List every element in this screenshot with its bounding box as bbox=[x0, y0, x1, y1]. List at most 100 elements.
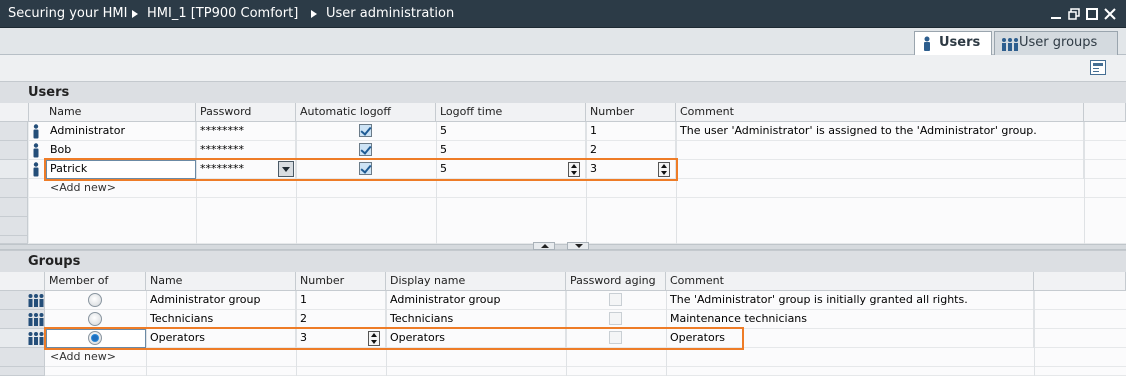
maximize-icon[interactable] bbox=[1086, 8, 1098, 20]
user-comment-cell[interactable] bbox=[676, 141, 1084, 160]
breadcrumb-device[interactable]: HMI_1 [TP900 Comfort] bbox=[147, 0, 298, 28]
user-number-cell[interactable]: 2 bbox=[586, 141, 676, 160]
automatic-logoff-checkbox[interactable] bbox=[359, 124, 372, 137]
user-icon bbox=[924, 36, 930, 51]
user-logoff-time-cell[interactable]: 5 bbox=[436, 141, 586, 160]
row-header[interactable] bbox=[0, 141, 28, 160]
minimize-icon[interactable] bbox=[1050, 8, 1062, 20]
column-divider bbox=[1034, 291, 1035, 376]
user-name-cell[interactable]: Bob bbox=[46, 141, 196, 160]
users-section-title: Users bbox=[0, 81, 1126, 103]
group-comment-cell[interactable]: The 'Administrator' group is initially g… bbox=[666, 291, 1034, 310]
toolbar bbox=[0, 55, 1126, 81]
row-header[interactable] bbox=[0, 348, 45, 367]
logoff-time-spinner[interactable] bbox=[568, 162, 580, 177]
member-of-radio[interactable] bbox=[88, 293, 102, 307]
add-new-group[interactable]: <Add new> bbox=[46, 348, 146, 367]
member-of-radio-selected[interactable] bbox=[88, 331, 102, 345]
user-logoff-time-cell[interactable]: 5 bbox=[436, 160, 586, 179]
row-header bbox=[0, 198, 28, 217]
groups-col-number[interactable]: Number bbox=[296, 272, 386, 291]
users-col-logoff-time[interactable]: Logoff time bbox=[436, 103, 586, 122]
user-password-cell[interactable]: ******** bbox=[196, 141, 296, 160]
member-of-radio[interactable] bbox=[88, 312, 102, 326]
collapse-up-icon[interactable] bbox=[533, 242, 555, 250]
group-number-spinner[interactable] bbox=[368, 331, 380, 346]
breadcrumb-editor: User administration bbox=[326, 6, 455, 21]
column-divider bbox=[296, 122, 297, 244]
row-header[interactable] bbox=[0, 179, 28, 198]
row-header bbox=[0, 217, 28, 236]
users-col-number[interactable]: Number bbox=[586, 103, 676, 122]
collapse-down-icon[interactable] bbox=[567, 242, 589, 250]
groups-section-title: Groups bbox=[0, 250, 1126, 272]
users-col-automatic-logoff[interactable]: Automatic logoff bbox=[296, 103, 436, 122]
groups-col-name[interactable]: Name bbox=[146, 272, 296, 291]
groups-col-member-of[interactable]: Member of bbox=[45, 272, 146, 291]
breadcrumb-separator-icon bbox=[311, 10, 317, 18]
user-group-icon bbox=[1002, 38, 1018, 51]
group-number-cell[interactable]: 2 bbox=[296, 310, 386, 329]
group-name-cell[interactable]: Operators bbox=[146, 329, 296, 348]
users-col-filler bbox=[1084, 103, 1126, 122]
tab-users[interactable]: Users bbox=[914, 31, 992, 56]
breadcrumb-project[interactable]: Securing your HMI bbox=[8, 0, 127, 28]
group-number-cell[interactable]: 1 bbox=[296, 291, 386, 310]
row-header bbox=[0, 236, 28, 244]
tab-user-groups-label: User groups bbox=[1019, 35, 1098, 50]
user-icon bbox=[33, 124, 39, 139]
group-comment-cell[interactable]: Maintenance technicians bbox=[666, 310, 1034, 329]
row-header[interactable] bbox=[0, 160, 28, 179]
user-group-icon bbox=[28, 313, 44, 326]
column-divider bbox=[1084, 122, 1085, 244]
breadcrumb-separator-icon bbox=[132, 10, 138, 18]
empty-rows bbox=[29, 198, 1126, 244]
row-header[interactable] bbox=[0, 122, 28, 141]
users-col-password[interactable]: Password bbox=[196, 103, 296, 122]
password-aging-checkbox[interactable] bbox=[609, 312, 622, 325]
tab-user-groups[interactable]: User groups bbox=[994, 31, 1118, 55]
user-number-spinner[interactable] bbox=[658, 162, 670, 177]
groups-corner-header bbox=[0, 272, 45, 291]
user-name-cell[interactable]: Patrick bbox=[46, 160, 196, 179]
groups-col-display-name[interactable]: Display name bbox=[386, 272, 566, 291]
password-aging-checkbox[interactable] bbox=[609, 331, 622, 344]
user-group-icon bbox=[28, 294, 44, 307]
user-number-cell[interactable]: 1 bbox=[586, 122, 676, 141]
row-header bbox=[0, 367, 45, 376]
column-divider bbox=[566, 291, 567, 376]
group-display-name-cell[interactable]: Operators bbox=[386, 329, 566, 348]
user-name-cell[interactable]: Administrator bbox=[46, 122, 196, 141]
user-logoff-time-cell[interactable]: 5 bbox=[436, 122, 586, 141]
add-new-user[interactable]: <Add new> bbox=[46, 179, 196, 198]
group-comment-cell[interactable]: Operators bbox=[666, 329, 1034, 348]
groups-col-password-aging[interactable]: Password aging bbox=[566, 272, 666, 291]
restore-icon[interactable] bbox=[1068, 8, 1080, 20]
table-settings-icon[interactable] bbox=[1090, 60, 1106, 75]
title-bar: Securing your HMI HMI_1 [TP900 Comfort] … bbox=[0, 0, 1126, 28]
group-name-cell[interactable]: Technicians bbox=[146, 310, 296, 329]
users-col-name[interactable]: Name bbox=[29, 103, 196, 122]
user-group-icon bbox=[28, 332, 44, 345]
user-icon bbox=[33, 162, 39, 177]
empty-rows bbox=[45, 367, 1126, 376]
user-icon bbox=[33, 143, 39, 158]
table-row[interactable] bbox=[45, 348, 1126, 367]
tab-strip: Users User groups bbox=[0, 28, 1126, 56]
password-dropdown-button[interactable] bbox=[278, 161, 294, 177]
automatic-logoff-checkbox[interactable] bbox=[359, 143, 372, 156]
group-display-name-cell[interactable]: Administrator group bbox=[386, 291, 566, 310]
user-comment-cell[interactable] bbox=[676, 160, 1084, 179]
password-aging-checkbox[interactable] bbox=[609, 293, 622, 306]
tab-users-label: Users bbox=[939, 35, 981, 50]
automatic-logoff-checkbox[interactable] bbox=[359, 162, 372, 175]
groups-col-filler bbox=[1034, 272, 1126, 291]
user-comment-cell[interactable]: The user 'Administrator' is assigned to … bbox=[676, 122, 1084, 141]
close-icon[interactable] bbox=[1104, 8, 1116, 20]
groups-col-comment[interactable]: Comment bbox=[666, 272, 1034, 291]
users-corner-header bbox=[0, 103, 29, 122]
users-col-comment[interactable]: Comment bbox=[676, 103, 1084, 122]
user-password-cell[interactable]: ******** bbox=[196, 122, 296, 141]
group-display-name-cell[interactable]: Technicians bbox=[386, 310, 566, 329]
group-name-cell[interactable]: Administrator group bbox=[146, 291, 296, 310]
